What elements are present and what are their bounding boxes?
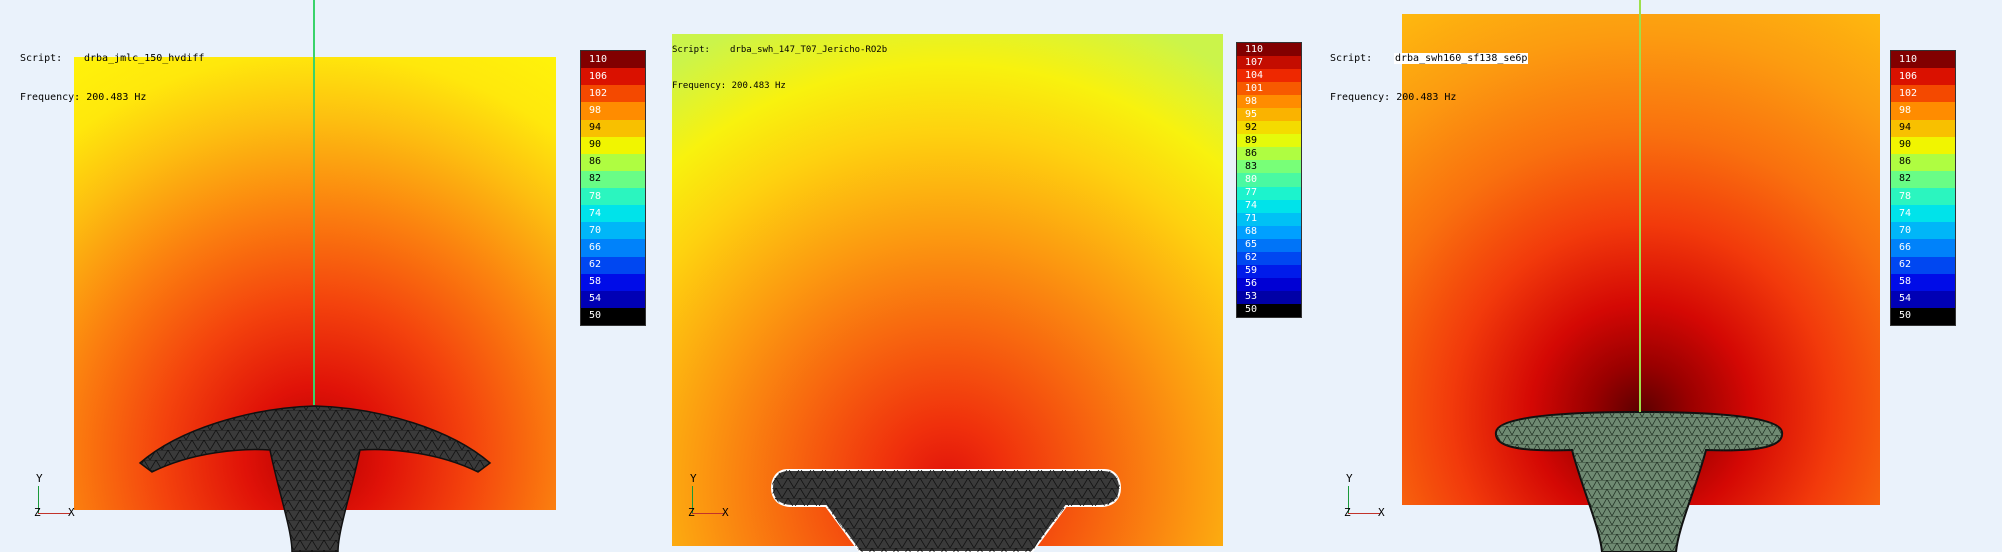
legend-tick-label: 83 <box>1245 160 1258 172</box>
legend-tick-label: 62 <box>589 259 602 271</box>
frequency-value: 200.483 Hz <box>731 81 786 91</box>
legend-tick-label: 66 <box>589 241 602 253</box>
legend-tick-label: 110 <box>1245 43 1264 55</box>
legend-tick-label: 107 <box>1245 56 1264 68</box>
x-axis-label: X <box>1378 506 1385 519</box>
legend-tick-label: 66 <box>1899 241 1912 253</box>
legend-tick-label: 94 <box>1899 122 1912 134</box>
legend-tick-label: 86 <box>1899 156 1912 168</box>
waveguide-mesh <box>1492 408 1786 552</box>
axis-triad: Y Z X <box>688 472 738 522</box>
waveguide-mesh <box>138 400 492 552</box>
legend-tick-label: 86 <box>589 156 602 168</box>
legend-tick-label: 110 <box>589 53 608 65</box>
y-axis-label: Y <box>690 472 697 485</box>
x-axis-label: X <box>68 506 75 519</box>
legend-tick-label: 62 <box>1899 259 1912 271</box>
script-label: Script: <box>672 45 710 55</box>
frequency-label: Frequency: <box>1330 92 1391 103</box>
legend-tick-label: 50 <box>589 310 602 322</box>
script-name: drba_swh_147_T07_Jericho-RO2b <box>730 45 888 55</box>
simulation-info: Script: drba_swh160_sf138_se6p Frequency:… <box>1330 26 1529 130</box>
legend-tick-label: 102 <box>589 87 608 99</box>
legend-tick-label: 92 <box>1245 121 1258 133</box>
legend-tick-label: 101 <box>1245 82 1264 94</box>
color-scale-legend: 110 107 104 101 98 95 92 89 86 83 80 77 74 71 68 65 62 59… <box>1236 42 1302 318</box>
legend-tick-label: 70 <box>589 224 602 236</box>
legend-tick-label: 106 <box>1899 70 1918 82</box>
legend-tick-label: 65 <box>1245 239 1258 251</box>
x-axis-label: X <box>722 506 729 519</box>
y-axis-label: Y <box>36 472 43 485</box>
y-axis-label: Y <box>1346 472 1353 485</box>
x-axis-indicator <box>692 513 724 514</box>
legend-tick-label: 74 <box>1899 207 1912 219</box>
frequency-value: 200.483 Hz <box>1396 92 1457 103</box>
legend-tick-label: 56 <box>1245 278 1258 290</box>
frequency-label: Frequency: <box>20 92 81 103</box>
script-name: drba_swh160_sf138_se6p <box>1394 53 1529 64</box>
legend-tick-label: 102 <box>1899 87 1918 99</box>
viewport-panel-2[interactable]: Script: drba_swh_147_T07_Jericho-RO2b Fre… <box>666 0 1336 552</box>
simulation-info: Script: drba_jmlc_150_hvdiff Frequency: 2… <box>20 26 204 130</box>
legend-tick-label: 95 <box>1245 108 1258 120</box>
script-name: drba_jmlc_150_hvdiff <box>84 53 205 64</box>
legend-tick-label: 70 <box>1899 224 1912 236</box>
color-scale-legend: 110 106 102 98 94 90 86 82 78 74 70 66 62 58 54 50 <box>1890 50 1956 326</box>
frequency-label: Frequency: <box>672 81 727 91</box>
legend-tick-label: 80 <box>1245 174 1258 185</box>
legend-tick-label: 71 <box>1245 213 1258 225</box>
legend-tick-label: 104 <box>1245 69 1264 81</box>
script-label: Script: <box>20 53 63 64</box>
legend-tick-label: 53 <box>1245 291 1258 303</box>
viewport-panel-3[interactable]: Script: drba_swh160_sf138_se6p Frequency:… <box>1330 0 2002 552</box>
legend-tick-label: 98 <box>1899 104 1912 116</box>
viewport-panel-1[interactable]: Script: drba_jmlc_150_hvdiff Frequency: 2… <box>0 0 665 552</box>
axis-triad: Y Z X <box>1344 472 1394 522</box>
legend-tick-label: 78 <box>1899 190 1912 202</box>
legend-tick-label: 110 <box>1899 53 1918 65</box>
color-scale-legend: 110 106 102 98 94 90 86 82 78 74 70 66 62 58 54 50 <box>580 50 646 326</box>
legend-tick-label: 50 <box>1899 310 1912 322</box>
legend-tick-label: 77 <box>1245 187 1258 199</box>
z-axis-label: Z <box>34 506 41 519</box>
legend-tick-label: 98 <box>1245 95 1258 107</box>
legend-tick-label: 90 <box>589 139 602 151</box>
legend-tick-label: 50 <box>1245 304 1258 316</box>
x-axis-indicator <box>1348 513 1380 514</box>
simulation-info: Script: drba_swh_147_T07_Jericho-RO2b Fre… <box>672 20 887 116</box>
legend-tick-label: 58 <box>1899 276 1912 288</box>
legend-tick-label: 98 <box>589 104 602 116</box>
legend-tick-label: 86 <box>1245 147 1258 159</box>
script-label: Script: <box>1330 53 1373 64</box>
legend-tick-label: 94 <box>589 122 602 134</box>
legend-tick-label: 106 <box>589 70 608 82</box>
legend-tick-label: 58 <box>589 276 602 288</box>
legend-tick-label: 89 <box>1245 134 1258 146</box>
legend-tick-label: 59 <box>1245 265 1258 277</box>
frequency-value: 200.483 Hz <box>86 92 147 103</box>
x-axis-indicator <box>38 513 70 514</box>
legend-tick-label: 54 <box>589 293 602 305</box>
legend-tick-label: 78 <box>589 190 602 202</box>
symmetry-axis-line <box>313 0 315 405</box>
legend-tick-label: 62 <box>1245 252 1258 264</box>
legend-tick-label: 74 <box>589 207 602 219</box>
waveguide-mesh <box>770 468 1122 552</box>
legend-tick-label: 54 <box>1899 293 1912 305</box>
z-axis-label: Z <box>688 506 695 519</box>
symmetry-axis-line <box>1639 0 1641 412</box>
legend-tick-label: 90 <box>1899 139 1912 151</box>
legend-tick-label: 68 <box>1245 226 1258 238</box>
axis-triad: Y Z X <box>34 472 84 522</box>
legend-tick-label: 82 <box>1899 173 1912 185</box>
legend-tick-label: 74 <box>1245 200 1258 212</box>
z-axis-label: Z <box>1344 506 1351 519</box>
legend-tick-label: 82 <box>589 173 602 185</box>
